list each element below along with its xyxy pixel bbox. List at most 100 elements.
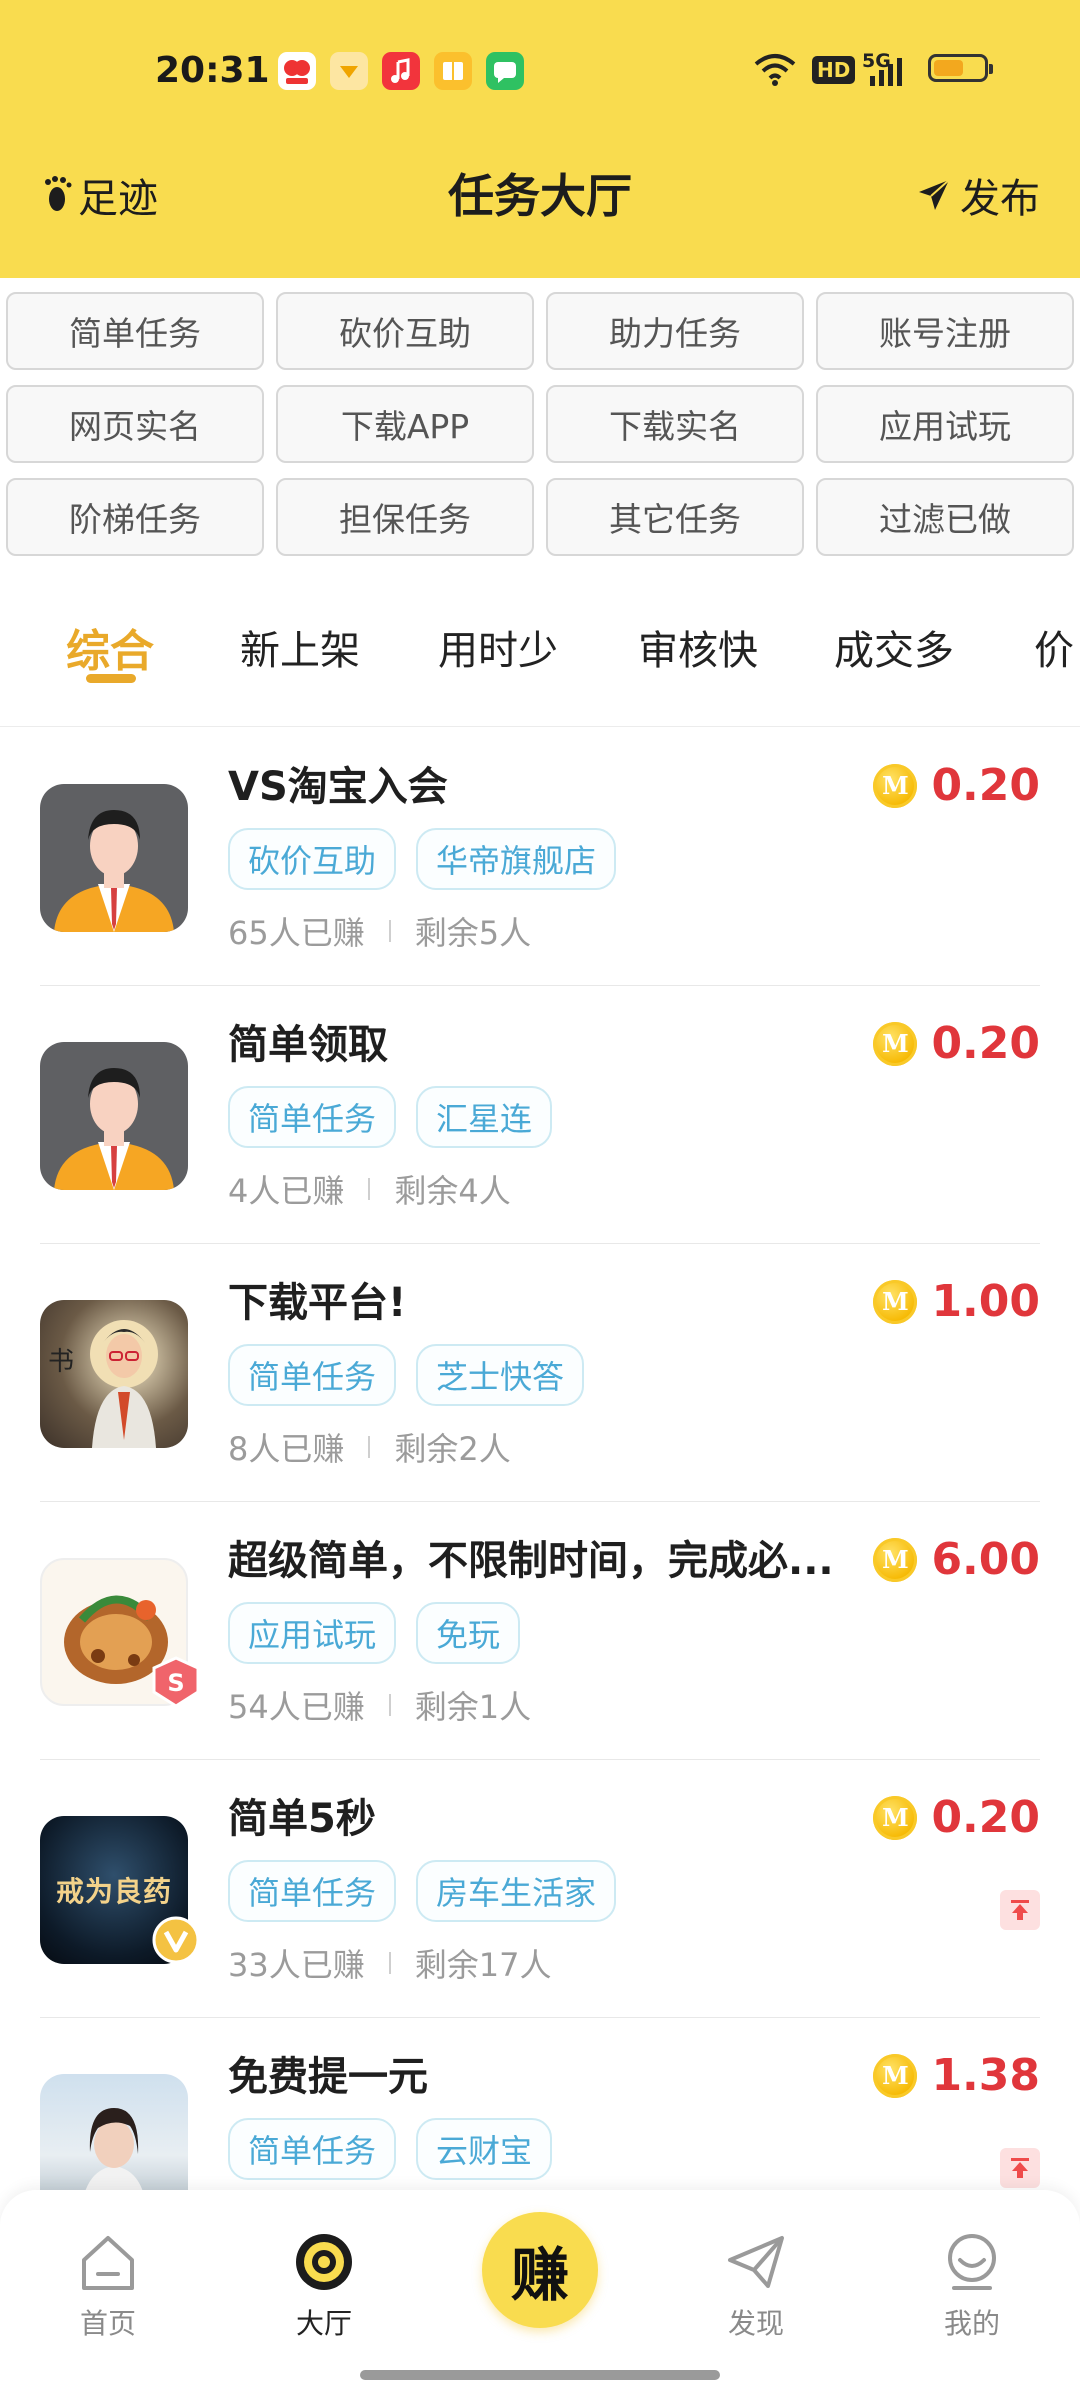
task-stats: 8人已赚 剩余2人 (228, 1424, 511, 1470)
category-app-trial[interactable]: 应用试玩 (816, 385, 1074, 463)
earned-count: 65人已赚 (228, 914, 365, 952)
stats-separator (368, 1178, 371, 1200)
task-tags: 应用试玩 免玩 (228, 1602, 521, 1664)
tab-new-arrivals[interactable]: 新上架 (240, 618, 360, 676)
home-indicator[interactable] (360, 2370, 720, 2380)
battery-icon (928, 54, 993, 82)
task-item[interactable]: S 超级简单，不限制时间，完成必... 应用试玩 免玩 54人已赚 剩余1人 M… (0, 1502, 1080, 1760)
task-tag: 简单任务 (228, 1860, 397, 1922)
task-reward: M 1.00 (873, 1276, 1040, 1327)
status-bar: 20:31 HD 5G (0, 0, 1080, 145)
remaining-count: 剩余4人 (394, 1172, 511, 1210)
nav-discover[interactable]: 发现 (686, 2230, 826, 2342)
coin-icon: M (873, 1537, 918, 1582)
reward-amount: 1.00 (931, 1276, 1040, 1327)
category-download-app[interactable]: 下载APP (276, 385, 534, 463)
category-simple-task[interactable]: 简单任务 (6, 292, 264, 370)
category-other-task[interactable]: 其它任务 (546, 478, 804, 556)
category-ladder-task[interactable]: 阶梯任务 (6, 478, 264, 556)
task-tag: 云财宝 (416, 2118, 553, 2180)
nav-mine-label: 我的 (943, 2307, 1000, 2340)
notification-app-icon (278, 52, 316, 90)
stats-separator (368, 1436, 371, 1458)
nav-home-label: 首页 (79, 2307, 136, 2340)
task-avatar (40, 1042, 188, 1190)
home-icon (82, 2236, 134, 2290)
tab-price[interactable]: 价 (1034, 618, 1074, 676)
task-tag: 汇星连 (416, 1086, 553, 1148)
publish-label: 发布 (960, 176, 1040, 222)
bottom-navigation: 首页 大厅 赚 发现 我的 (0, 2190, 1080, 2400)
earned-count: 54人已赚 (228, 1688, 365, 1726)
task-title: VS淘宝入会 (228, 764, 448, 810)
task-avatar (40, 784, 188, 932)
task-reward: M 0.20 (873, 1792, 1040, 1843)
sort-tabs: 综合 新上架 用时少 审核快 成交多 价 (0, 600, 1080, 727)
avatar-caption: 戒为良药 (55, 1875, 172, 1908)
task-tag: 简单任务 (228, 1086, 397, 1148)
tab-comprehensive[interactable]: 综合 (66, 615, 154, 679)
stats-separator (388, 1694, 391, 1716)
category-account-register[interactable]: 账号注册 (816, 292, 1074, 370)
task-reward: M 0.20 (873, 760, 1040, 811)
s-level-badge-icon: S (148, 1654, 204, 1710)
task-item[interactable]: VS淘宝入会 砍价互助 华帝旗舰店 65人已赚 剩余5人 M 0.20 (0, 728, 1080, 986)
stats-separator (388, 920, 391, 942)
task-tag: 华帝旗舰店 (416, 828, 617, 890)
reward-amount: 0.20 (931, 1792, 1040, 1843)
category-filter-done[interactable]: 过滤已做 (816, 478, 1074, 556)
task-title: 免费提一元 (228, 2054, 428, 2100)
earn-button[interactable]: 赚 (482, 2212, 598, 2328)
wifi-icon (752, 52, 798, 92)
stats-separator (388, 1952, 391, 1974)
pinned-top-icon (1000, 1890, 1040, 1930)
notification-app-icon (330, 52, 368, 90)
task-stats: 65人已赚 剩余5人 (228, 908, 531, 954)
s-badge-letter: S (167, 1669, 184, 1697)
task-tags: 简单任务 云财宝 (228, 2118, 553, 2180)
category-bargain-help[interactable]: 砍价互助 (276, 292, 534, 370)
task-tag: 简单任务 (228, 1344, 397, 1406)
publish-button[interactable]: 发布 (916, 166, 1040, 224)
category-guarantee-task[interactable]: 担保任务 (276, 478, 534, 556)
reward-amount: 6.00 (931, 1534, 1040, 1585)
task-tag: 砍价互助 (228, 828, 397, 890)
remaining-count: 剩余17人 (414, 1946, 552, 1984)
task-title: 简单5秒 (228, 1796, 376, 1842)
nav-home[interactable]: 首页 (38, 2230, 178, 2342)
hall-icon (296, 2234, 352, 2290)
coin-icon: M (873, 763, 918, 808)
category-web-realname[interactable]: 网页实名 (6, 385, 264, 463)
task-stats: 54人已赚 剩余1人 (228, 1682, 531, 1728)
category-assist-task[interactable]: 助力任务 (546, 292, 804, 370)
task-tags: 砍价互助 华帝旗舰店 (228, 828, 617, 890)
task-title: 简单领取 (228, 1022, 388, 1068)
task-item[interactable]: 简单领取 简单任务 汇星连 4人已赚 剩余4人 M 0.20 (0, 986, 1080, 1244)
task-tag: 免玩 (416, 1602, 521, 1664)
coin-icon: M (873, 1795, 918, 1840)
tab-fast-review[interactable]: 审核快 (638, 618, 758, 676)
task-tag: 芝士快答 (416, 1344, 585, 1406)
task-tag: 房车生活家 (416, 1860, 617, 1922)
category-grid: 简单任务 砍价互助 助力任务 账号注册 网页实名 下载APP 下载实名 应用试玩… (6, 292, 1074, 556)
task-item[interactable]: 书 下载平台! 简单任务 芝士快答 8人已赚 剩余2人 M 1.00 (0, 1244, 1080, 1502)
hd-badge: HD (812, 56, 856, 84)
task-reward: M 6.00 (873, 1534, 1040, 1585)
nav-hall[interactable]: 大厅 (254, 2230, 394, 2342)
category-download-realname[interactable]: 下载实名 (546, 385, 804, 463)
music-app-icon (382, 52, 420, 90)
remaining-count: 剩余1人 (414, 1688, 532, 1726)
coin-icon: M (873, 1021, 918, 1066)
tab-less-time[interactable]: 用时少 (438, 618, 558, 676)
task-reward: M 0.20 (873, 1018, 1040, 1069)
task-title: 超级简单，不限制时间，完成必... (228, 1538, 834, 1584)
task-tags: 简单任务 芝士快答 (228, 1344, 585, 1406)
task-avatar: 书 (40, 1300, 188, 1448)
task-tags: 简单任务 汇星连 (228, 1086, 553, 1148)
nav-mine[interactable]: 我的 (902, 2230, 1042, 2342)
tab-most-deals[interactable]: 成交多 (834, 618, 954, 676)
nav-discover-label: 发现 (727, 2307, 784, 2340)
reward-amount: 0.20 (931, 1018, 1040, 1069)
task-item[interactable]: 戒为良药 简单5秒 简单任务 房车生活家 33人已赚 剩余17人 M 0.20 (0, 1760, 1080, 2018)
task-stats: 4人已赚 剩余4人 (228, 1166, 511, 1212)
